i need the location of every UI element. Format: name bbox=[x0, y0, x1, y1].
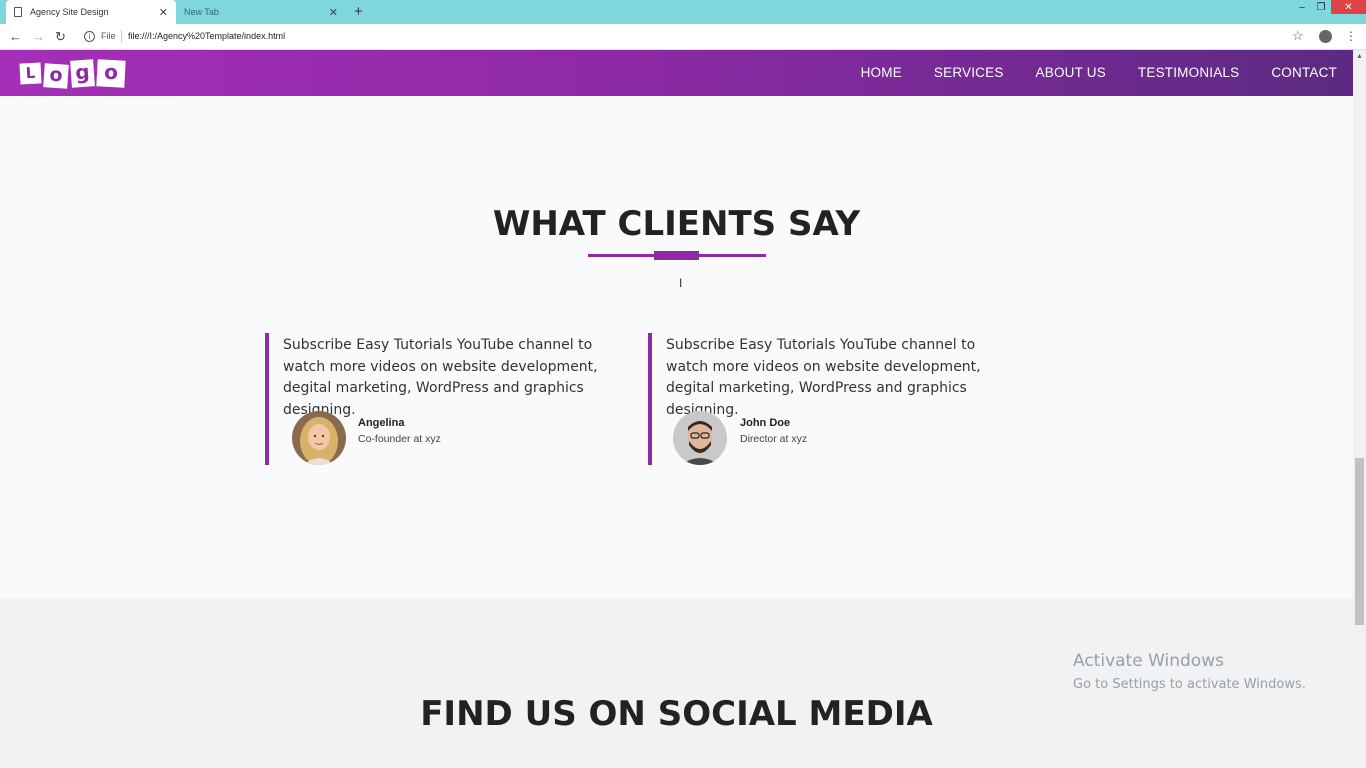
avatar bbox=[292, 411, 346, 465]
close-tab-icon[interactable]: ✕ bbox=[159, 6, 168, 19]
info-icon[interactable]: i bbox=[84, 31, 95, 42]
site-header: L o g o HOME SERVICES ABOUT US TESTIMONI… bbox=[0, 50, 1353, 96]
tab-label: Agency Site Design bbox=[30, 7, 109, 17]
file-scheme-label: File bbox=[101, 31, 116, 41]
testimonial-card: Subscribe Easy Tutorials YouTube channel… bbox=[265, 333, 625, 465]
bookmark-star-icon[interactable]: ☆ bbox=[1292, 28, 1304, 44]
tab-new-tab[interactable]: New Tab ✕ bbox=[176, 0, 346, 24]
logo-letter: L bbox=[19, 61, 42, 85]
client-role: Co-founder at xyz bbox=[358, 433, 441, 445]
logo-letter: o bbox=[43, 63, 69, 89]
client-role: Director at xyz bbox=[740, 433, 808, 445]
scroll-up-arrow-icon[interactable]: ▲ bbox=[1356, 53, 1363, 60]
testimonial-card: Subscribe Easy Tutorials YouTube channel… bbox=[648, 333, 1008, 465]
forward-icon[interactable]: → bbox=[32, 29, 45, 44]
close-tab-icon[interactable]: ✕ bbox=[329, 6, 338, 19]
section-title: FIND US ON SOCIAL MEDIA bbox=[420, 694, 933, 734]
title-underline-accent bbox=[654, 251, 699, 260]
scrollbar-thumb[interactable] bbox=[1355, 458, 1364, 625]
logo[interactable]: L o g o bbox=[19, 58, 126, 89]
testimonials-section: WHAT CLIENTS SAY I Subscribe Easy Tutori… bbox=[0, 96, 1353, 598]
nav-about-us[interactable]: ABOUT US bbox=[1036, 65, 1106, 80]
back-icon[interactable]: ← bbox=[9, 29, 22, 44]
page-scrollbar[interactable]: ▲ bbox=[1353, 50, 1366, 768]
logo-letter: o bbox=[96, 58, 126, 88]
extension-icon[interactable] bbox=[1319, 30, 1332, 43]
main-nav: HOME SERVICES ABOUT US TESTIMONIALS CONT… bbox=[861, 65, 1337, 80]
browser-tabbar: Agency Site Design ✕ New Tab ✕ + – ❐ ✕ bbox=[0, 0, 1366, 24]
nav-testimonials[interactable]: TESTIMONIALS bbox=[1138, 65, 1239, 80]
text-cursor-icon: I bbox=[679, 276, 683, 290]
logo-letter: g bbox=[70, 58, 95, 88]
reload-icon[interactable]: ↻ bbox=[55, 29, 66, 45]
client-name: Angelina bbox=[358, 417, 405, 429]
activate-windows-subtitle: Go to Settings to activate Windows. bbox=[1073, 677, 1306, 692]
minimize-button[interactable]: – bbox=[1292, 0, 1312, 14]
social-section: FIND US ON SOCIAL MEDIA Activate Windows… bbox=[0, 598, 1353, 768]
avatar bbox=[673, 411, 727, 465]
address-bar: ← → ↻ i File file:///I:/Agency%20Templat… bbox=[0, 24, 1366, 50]
nav-services[interactable]: SERVICES bbox=[934, 65, 1004, 80]
section-title: WHAT CLIENTS SAY bbox=[492, 204, 861, 244]
maximize-button[interactable]: ❐ bbox=[1311, 0, 1331, 14]
nav-contact[interactable]: CONTACT bbox=[1271, 65, 1337, 80]
activate-windows-title: Activate Windows bbox=[1073, 651, 1224, 671]
nav-home[interactable]: HOME bbox=[861, 65, 902, 80]
tab-agency-site-design[interactable]: Agency Site Design ✕ bbox=[6, 0, 176, 24]
tab-label: New Tab bbox=[184, 7, 219, 17]
url-field[interactable]: file:///I:/Agency%20Template/index.html bbox=[128, 31, 285, 41]
testimonial-quote: Subscribe Easy Tutorials YouTube channel… bbox=[283, 337, 598, 418]
client-name: John Doe bbox=[740, 417, 791, 429]
page-icon bbox=[14, 7, 22, 17]
testimonial-quote: Subscribe Easy Tutorials YouTube channel… bbox=[666, 337, 981, 418]
divider bbox=[121, 30, 122, 43]
new-tab-button[interactable]: + bbox=[354, 3, 363, 20]
close-window-button[interactable]: ✕ bbox=[1331, 0, 1366, 14]
menu-kebab-icon[interactable]: ⋮ bbox=[1345, 29, 1357, 43]
